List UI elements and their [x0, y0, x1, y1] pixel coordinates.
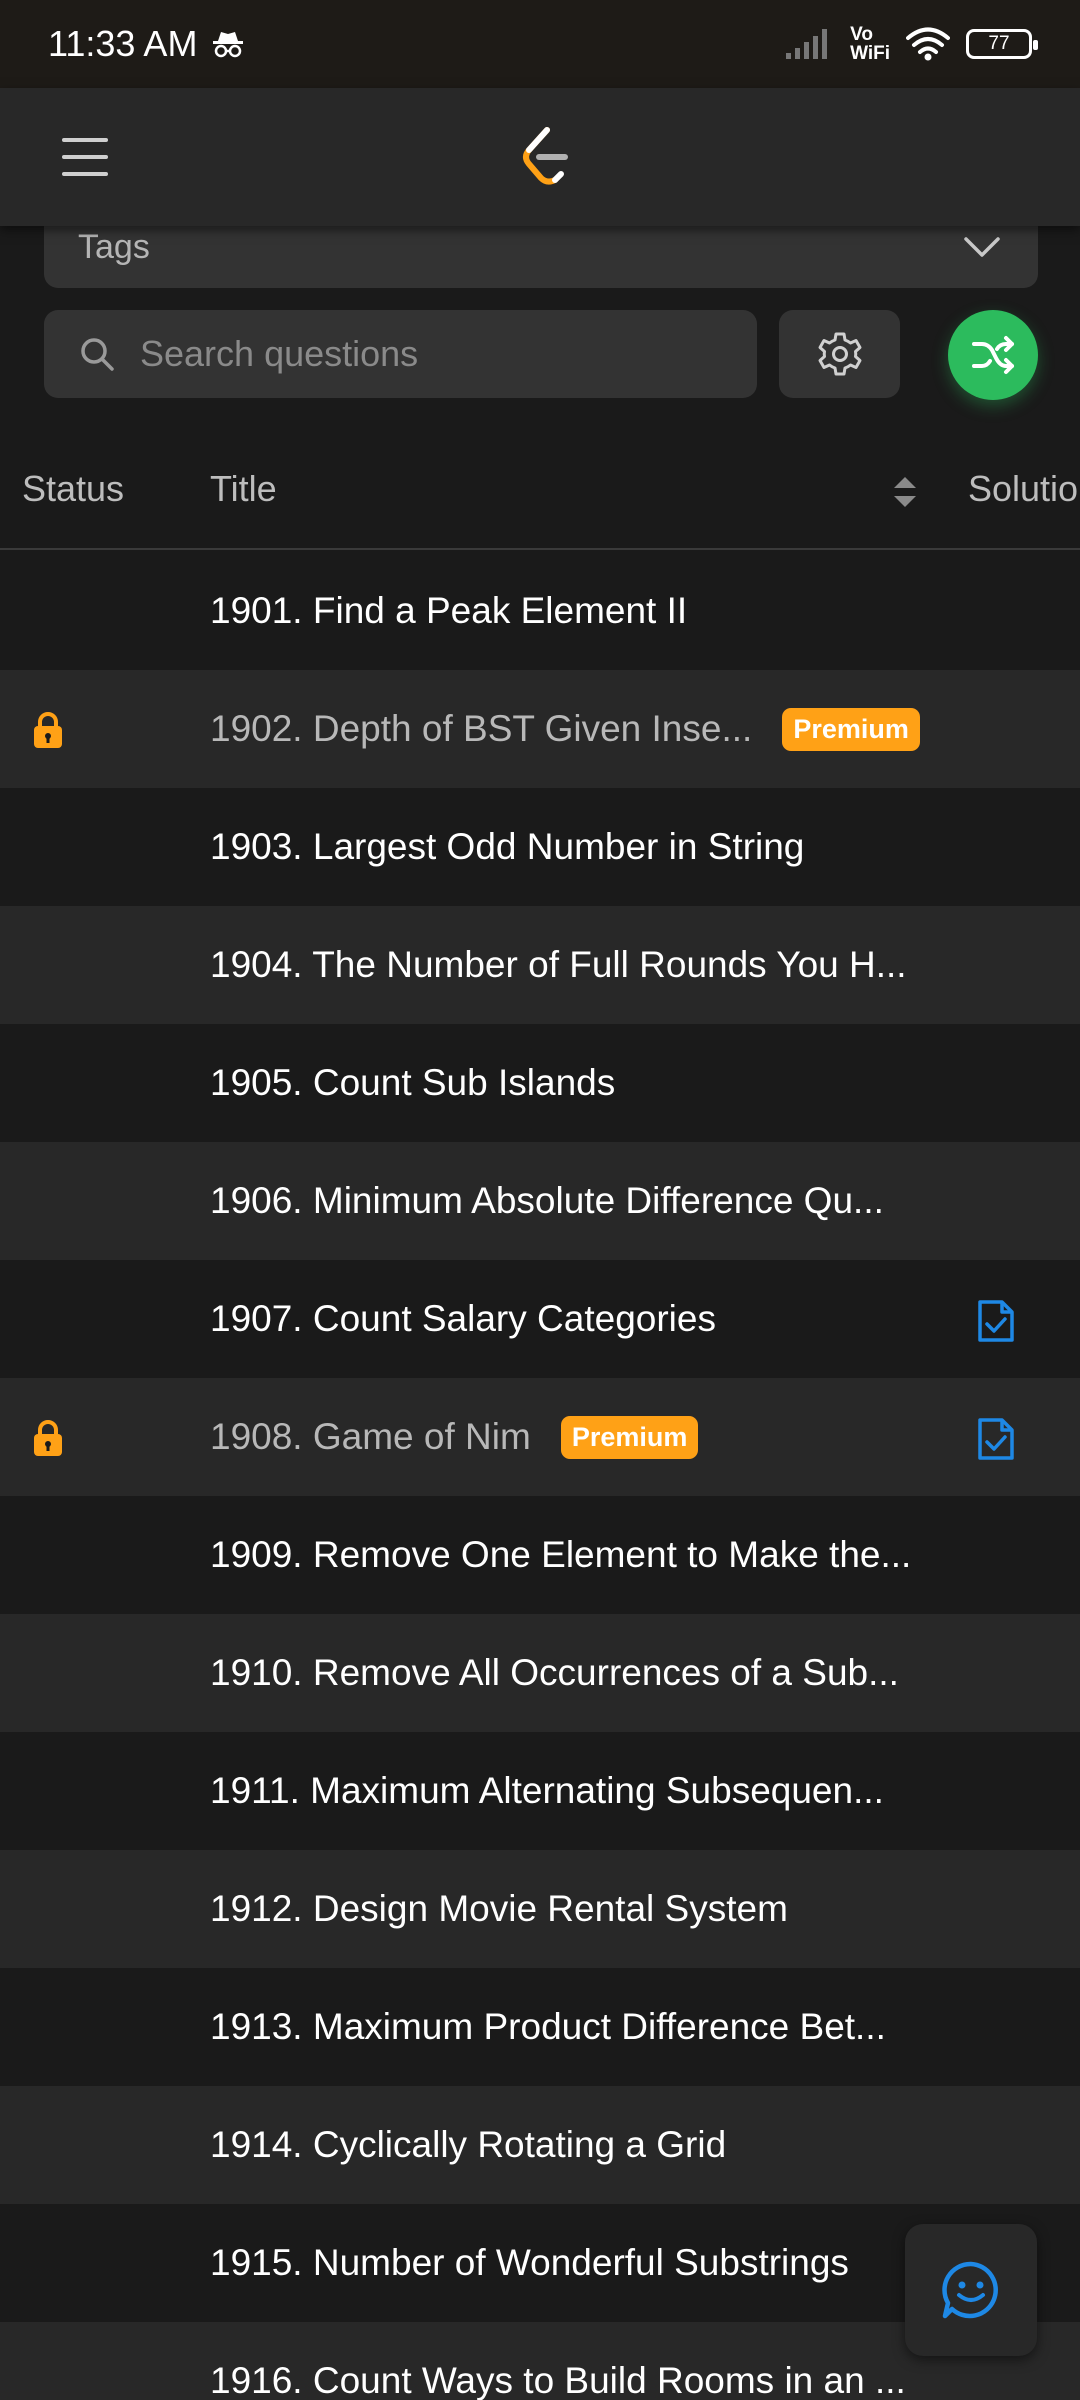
vowifi-bottom: WiFi [850, 43, 890, 64]
battery-icon: 77 [966, 29, 1038, 59]
question-title-cell[interactable]: 1908. Game of Nim Premium [210, 1378, 699, 1496]
top-nav [0, 88, 1080, 226]
question-title[interactable]: 1902. Depth of BST Given Inse... [210, 708, 752, 750]
question-row[interactable]: 1901. Find a Peak Element II [0, 552, 1080, 670]
question-title-cell[interactable]: 1912. Design Movie Rental System [210, 1850, 788, 1968]
status-time-group: 11:33 AM [48, 23, 245, 65]
question-title[interactable]: 1909. Remove One Element to Make the... [210, 1534, 911, 1576]
question-row[interactable]: 1908. Game of Nim Premium [0, 1378, 1080, 1496]
lock-icon [34, 1420, 62, 1456]
feedback-button[interactable] [905, 2224, 1037, 2356]
question-row[interactable]: 1903. Largest Odd Number in String [0, 788, 1080, 906]
search-input[interactable] [140, 333, 720, 375]
hamburger-menu-icon[interactable] [62, 138, 108, 176]
solution-document-icon[interactable] [975, 1298, 1017, 1344]
question-title-cell[interactable]: 1914. Cyclically Rotating a Grid [210, 2086, 726, 2204]
tags-label: Tags [78, 227, 150, 266]
question-title[interactable]: 1911. Maximum Alternating Subsequen... [210, 1770, 884, 1812]
question-row[interactable]: 1902. Depth of BST Given Inse... Premium [0, 670, 1080, 788]
solution-document-icon[interactable] [975, 1416, 1017, 1462]
question-row[interactable]: 1905. Count Sub Islands [0, 1024, 1080, 1142]
incognito-icon [213, 32, 244, 58]
question-title[interactable]: 1907. Count Salary Categories [210, 1298, 716, 1340]
status-icons: Vo WiFi 77 [784, 25, 1038, 63]
question-title[interactable]: 1901. Find a Peak Element II [210, 590, 687, 632]
leetcode-logo-icon[interactable] [515, 126, 575, 188]
settings-button[interactable] [779, 310, 900, 398]
question-title-cell[interactable]: 1909. Remove One Element to Make the... [210, 1496, 911, 1614]
column-header-title[interactable]: Title [210, 468, 277, 510]
question-title-cell[interactable]: 1903. Largest Odd Number in String [210, 788, 804, 906]
column-header-solution[interactable]: Solutio [968, 468, 1078, 510]
chat-smile-icon [942, 2261, 998, 2319]
question-title-cell[interactable]: 1916. Count Ways to Build Rooms in an ..… [210, 2322, 906, 2400]
table-header: Status Title Solutio [0, 436, 1080, 550]
question-title[interactable]: 1908. Game of Nim [210, 1416, 531, 1458]
question-row[interactable]: 1911. Maximum Alternating Subsequen... [0, 1732, 1080, 1850]
question-title[interactable]: 1915. Number of Wonderful Substrings [210, 2242, 849, 2284]
question-row[interactable]: 1913. Maximum Product Difference Bet... [0, 1968, 1080, 2086]
shuffle-button[interactable] [948, 310, 1038, 400]
question-row[interactable]: 1906. Minimum Absolute Difference Qu... [0, 1142, 1080, 1260]
question-title[interactable]: 1912. Design Movie Rental System [210, 1888, 788, 1930]
vowifi-indicator: Vo WiFi [850, 25, 890, 63]
question-title[interactable]: 1905. Count Sub Islands [210, 1062, 615, 1104]
premium-badge: Premium [782, 707, 920, 751]
chevron-down-icon [964, 237, 1000, 257]
vowifi-top: Vo [850, 24, 873, 45]
question-title[interactable]: 1904. The Number of Full Rounds You H... [210, 944, 907, 986]
wifi-icon [906, 27, 950, 61]
question-title-cell[interactable]: 1905. Count Sub Islands [210, 1024, 615, 1142]
question-title[interactable]: 1914. Cyclically Rotating a Grid [210, 2124, 726, 2166]
question-row[interactable]: 1904. The Number of Full Rounds You H... [0, 906, 1080, 1024]
shuffle-icon [972, 336, 1014, 374]
question-title-cell[interactable]: 1906. Minimum Absolute Difference Qu... [210, 1142, 884, 1260]
premium-badge: Premium [560, 1415, 699, 1459]
question-title[interactable]: 1906. Minimum Absolute Difference Qu... [210, 1180, 884, 1222]
question-row[interactable]: 1910. Remove All Occurrences of a Sub... [0, 1614, 1080, 1732]
lock-icon [34, 712, 62, 748]
question-title[interactable]: 1903. Largest Odd Number in String [210, 826, 804, 868]
search-box[interactable] [44, 310, 757, 398]
question-list: 1901. Find a Peak Element II 1902. Depth … [0, 552, 1080, 2400]
question-title-cell[interactable]: 1907. Count Salary Categories [210, 1260, 716, 1378]
status-bar: 11:33 AM Vo WiFi 77 [0, 0, 1080, 88]
question-title-cell[interactable]: 1911. Maximum Alternating Subsequen... [210, 1732, 884, 1850]
battery-level: 77 [988, 33, 1010, 54]
gear-icon [818, 332, 861, 376]
search-icon [81, 338, 114, 371]
question-title[interactable]: 1910. Remove All Occurrences of a Sub... [210, 1652, 899, 1694]
signal-icon [786, 29, 828, 59]
question-title-cell[interactable]: 1901. Find a Peak Element II [210, 552, 687, 670]
column-header-status[interactable]: Status [22, 468, 124, 510]
status-time: 11:33 AM [48, 23, 198, 64]
question-title[interactable]: 1916. Count Ways to Build Rooms in an ..… [210, 2360, 906, 2400]
question-row[interactable]: 1914. Cyclically Rotating a Grid [0, 2086, 1080, 2204]
question-title-cell[interactable]: 1910. Remove All Occurrences of a Sub... [210, 1614, 899, 1732]
question-row[interactable]: 1912. Design Movie Rental System [0, 1850, 1080, 1968]
question-title-cell[interactable]: 1904. The Number of Full Rounds You H... [210, 906, 907, 1024]
question-row[interactable]: 1909. Remove One Element to Make the... [0, 1496, 1080, 1614]
question-title[interactable]: 1913. Maximum Product Difference Bet... [210, 2006, 886, 2048]
question-title-cell[interactable]: 1913. Maximum Product Difference Bet... [210, 1968, 886, 2086]
sort-icon[interactable] [890, 472, 920, 512]
question-row[interactable]: 1907. Count Salary Categories [0, 1260, 1080, 1378]
question-title-cell[interactable]: 1902. Depth of BST Given Inse... Premium [210, 670, 920, 788]
question-title-cell[interactable]: 1915. Number of Wonderful Substrings [210, 2204, 849, 2322]
